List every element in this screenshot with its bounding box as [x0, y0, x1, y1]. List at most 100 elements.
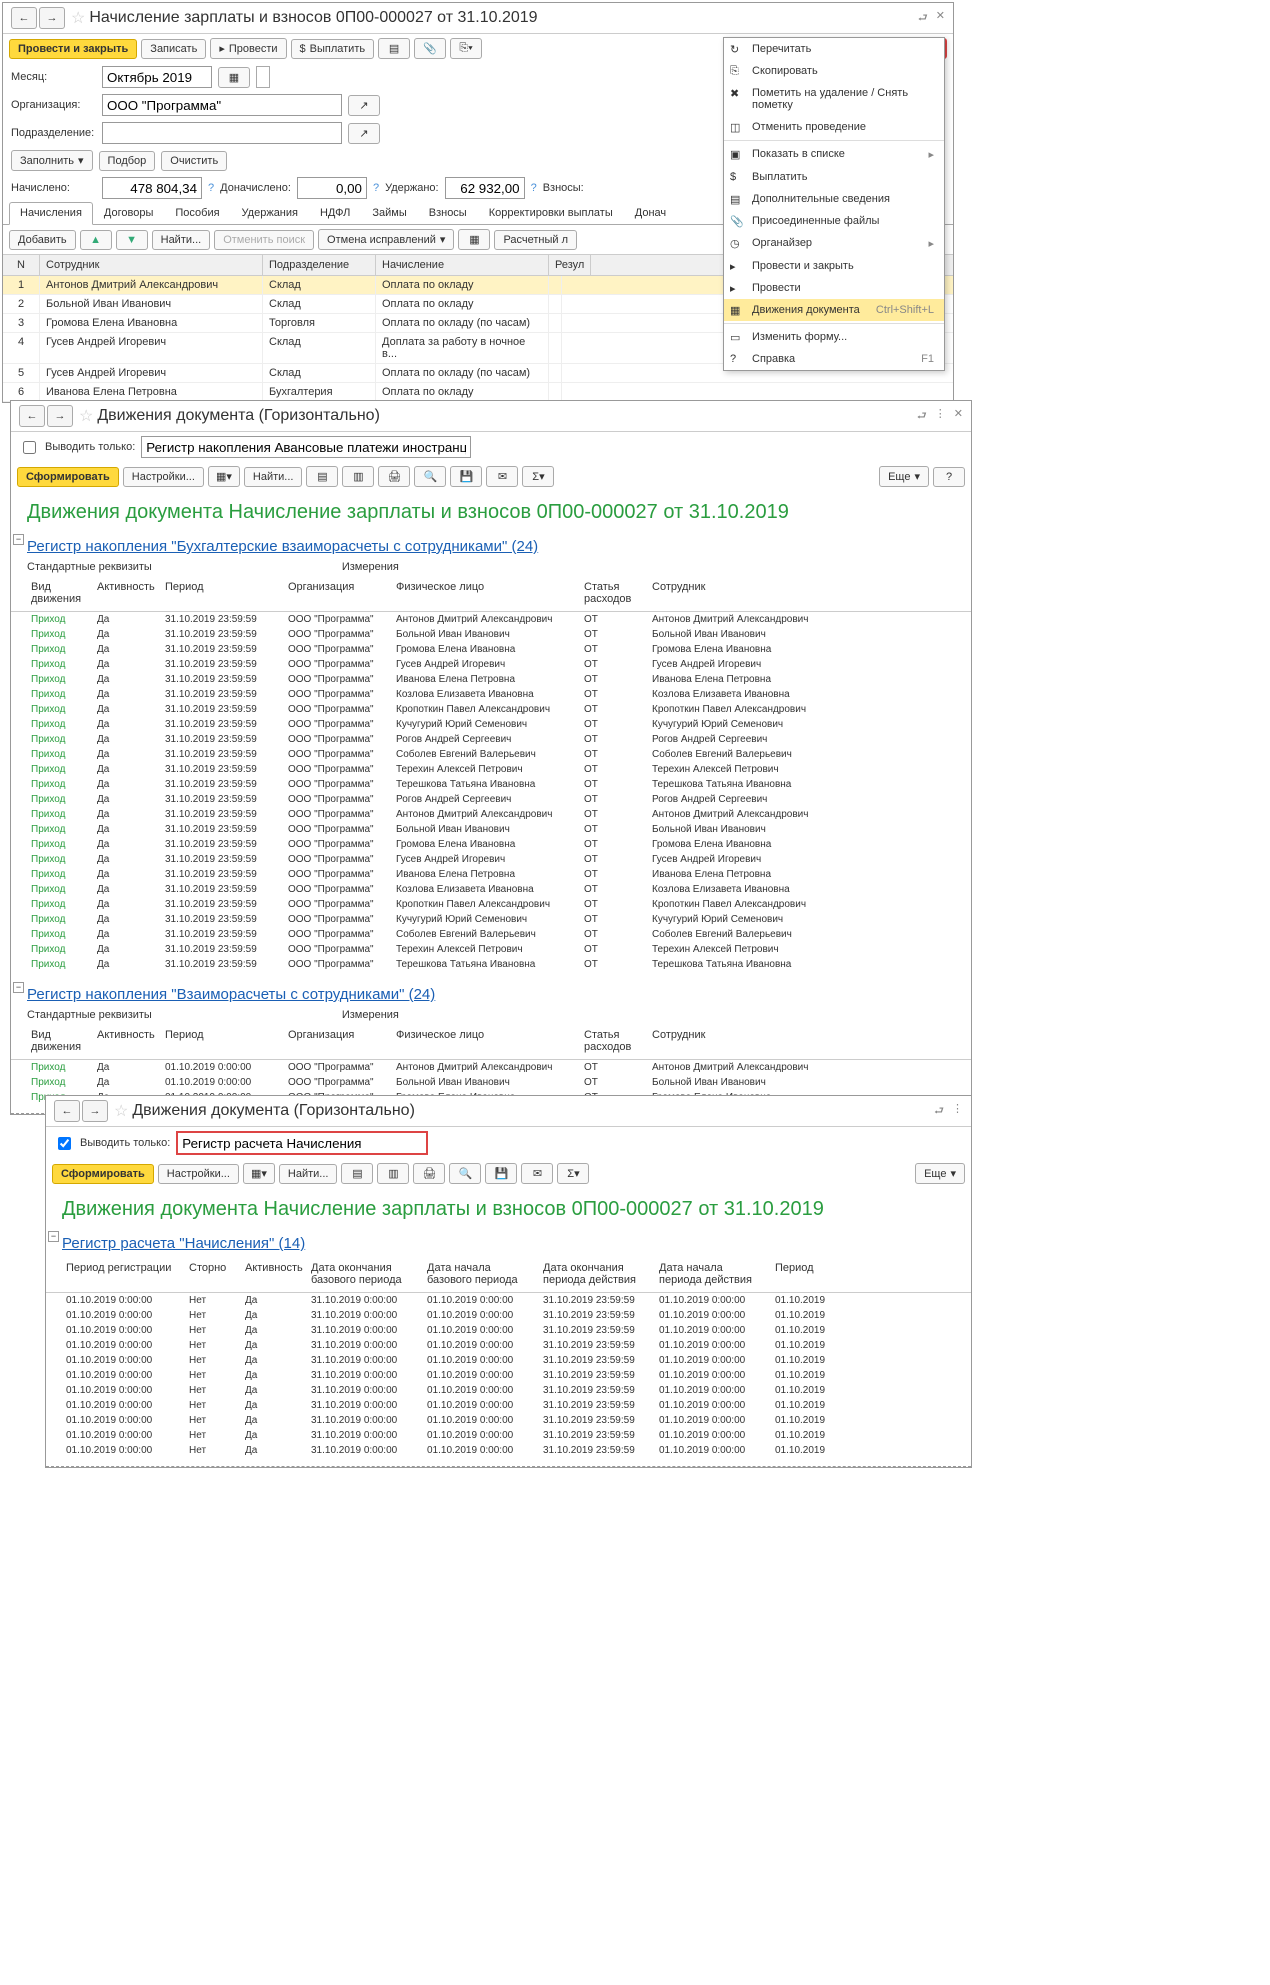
menu-item[interactable]: 📎Присоединенные файлы: [724, 210, 944, 232]
clear-button[interactable]: Очистить: [161, 151, 227, 171]
preview-button[interactable]: 🔍: [414, 466, 446, 487]
report-row[interactable]: ПриходДа31.10.2019 23:59:59ООО "Программ…: [11, 957, 971, 972]
report-row[interactable]: 01.10.2019 0:00:00НетДа31.10.2019 0:00:0…: [46, 1398, 971, 1413]
generate-button[interactable]: Сформировать: [52, 1164, 154, 1184]
write-button[interactable]: Записать: [141, 39, 206, 59]
report-row[interactable]: ПриходДа31.10.2019 23:59:59ООО "Программ…: [11, 867, 971, 882]
tab[interactable]: Пособия: [164, 202, 230, 224]
col-n[interactable]: N: [3, 255, 40, 275]
payslip-button[interactable]: Расчетный л: [494, 230, 577, 250]
report-row[interactable]: 01.10.2019 0:00:00НетДа31.10.2019 0:00:0…: [46, 1323, 971, 1338]
back-button[interactable]: ←: [19, 405, 45, 427]
report-row[interactable]: ПриходДа31.10.2019 23:59:59ООО "Программ…: [11, 762, 971, 777]
report-button[interactable]: ▤: [378, 38, 410, 59]
cancel-fix-button[interactable]: Отмена исправлений ▾: [318, 229, 454, 250]
report-row[interactable]: ПриходДа31.10.2019 23:59:59ООО "Программ…: [11, 702, 971, 717]
expand-button[interactable]: ▤: [306, 466, 338, 487]
report-row[interactable]: ПриходДа31.10.2019 23:59:59ООО "Программ…: [11, 672, 971, 687]
report-row[interactable]: ПриходДа31.10.2019 23:59:59ООО "Программ…: [11, 882, 971, 897]
report-row[interactable]: ПриходДа31.10.2019 23:59:59ООО "Программ…: [11, 687, 971, 702]
tab[interactable]: Донач: [624, 202, 677, 224]
help-icon[interactable]: ?: [373, 182, 379, 194]
menu-item[interactable]: ↻Перечитать: [724, 38, 944, 60]
menu-icon[interactable]: ⋮: [952, 1102, 963, 1121]
mail-button[interactable]: ✉: [486, 466, 518, 487]
help-button[interactable]: ?: [933, 467, 965, 487]
find-button[interactable]: Найти...: [244, 467, 303, 487]
register-link[interactable]: Регистр расчета "Начисления" (14): [46, 1231, 971, 1256]
print-button[interactable]: 🖨: [413, 1163, 445, 1184]
add-row-button[interactable]: Добавить: [9, 230, 76, 250]
sum-button[interactable]: Σ▾: [557, 1163, 589, 1184]
report-row[interactable]: ПриходДа01.10.2019 0:00:00ООО "Программа…: [11, 1060, 971, 1075]
tab[interactable]: НДФЛ: [309, 202, 361, 224]
tab[interactable]: Корректировки выплаты: [478, 202, 624, 224]
print-button[interactable]: 🖨: [378, 466, 410, 487]
report-row[interactable]: 01.10.2019 0:00:00НетДа31.10.2019 0:00:0…: [46, 1413, 971, 1428]
attach-button[interactable]: 📎: [414, 38, 446, 59]
menu-item[interactable]: ◷Органайзер▸: [724, 232, 944, 255]
link-icon[interactable]: ⮐: [934, 1102, 944, 1121]
close-icon[interactable]: ✕: [936, 9, 945, 28]
report-row[interactable]: ПриходДа31.10.2019 23:59:59ООО "Программ…: [11, 912, 971, 927]
register-link-1[interactable]: Регистр накопления "Бухгалтерские взаимо…: [11, 534, 971, 559]
report-row[interactable]: 01.10.2019 0:00:00НетДа31.10.2019 0:00:0…: [46, 1383, 971, 1398]
report-row[interactable]: 01.10.2019 0:00:00НетДа31.10.2019 0:00:0…: [46, 1368, 971, 1383]
report-row[interactable]: ПриходДа31.10.2019 23:59:59ООО "Программ…: [11, 852, 971, 867]
sum-button[interactable]: Σ▾: [522, 466, 554, 487]
link-icon[interactable]: ⮐: [918, 9, 928, 28]
copy-button[interactable]: ⎘▾: [450, 38, 482, 59]
pay-button[interactable]: $Выплатить: [291, 39, 375, 59]
add-accrued-value[interactable]: [297, 177, 367, 199]
org-open-icon[interactable]: ↗: [348, 95, 380, 116]
variants-button[interactable]: ▦▾: [208, 466, 240, 487]
cancel-find-button[interactable]: Отменить поиск: [214, 230, 314, 250]
filter-checkbox[interactable]: [23, 441, 36, 454]
forward-button[interactable]: →: [47, 405, 73, 427]
menu-item[interactable]: ▤Дополнительные сведения: [724, 188, 944, 210]
find-button[interactable]: Найти...: [279, 1164, 338, 1184]
menu-item[interactable]: ▭Изменить форму...: [724, 326, 944, 348]
filter-input[interactable]: [176, 1131, 428, 1155]
help-icon[interactable]: ?: [531, 182, 537, 194]
menu-item[interactable]: ◫Отменить проведение: [724, 116, 944, 138]
report-row[interactable]: ПриходДа31.10.2019 23:59:59ООО "Программ…: [11, 732, 971, 747]
tab[interactable]: Договоры: [93, 202, 164, 224]
report-row[interactable]: ПриходДа31.10.2019 23:59:59ООО "Программ…: [11, 627, 971, 642]
dept-open-icon[interactable]: ↗: [348, 123, 380, 144]
tree-toggle[interactable]: −: [13, 982, 24, 993]
report-row[interactable]: ПриходДа31.10.2019 23:59:59ООО "Программ…: [11, 897, 971, 912]
menu-icon[interactable]: ⋮: [935, 407, 946, 426]
deducted-value[interactable]: [445, 177, 525, 199]
report-row[interactable]: 01.10.2019 0:00:00НетДа31.10.2019 0:00:0…: [46, 1293, 971, 1308]
move-down-button[interactable]: ▼: [116, 230, 148, 250]
collapse-button[interactable]: ▥: [377, 1163, 409, 1184]
fill-button[interactable]: Заполнить ▾: [11, 150, 93, 171]
expand-button[interactable]: ▤: [341, 1163, 373, 1184]
tab[interactable]: Удержания: [231, 202, 309, 224]
col-accrual[interactable]: Начисление: [376, 255, 549, 275]
more-button[interactable]: Еще ▾: [879, 466, 929, 487]
report-row[interactable]: ПриходДа31.10.2019 23:59:59ООО "Программ…: [11, 747, 971, 762]
grid-button[interactable]: ▦: [458, 229, 490, 250]
menu-item[interactable]: ✖Пометить на удаление / Снять пометку: [724, 82, 944, 116]
accrued-value[interactable]: [102, 177, 202, 199]
favorite-icon[interactable]: ☆: [114, 1101, 128, 1121]
col-dept[interactable]: Подразделение: [263, 255, 376, 275]
menu-item[interactable]: ?СправкаF1: [724, 348, 944, 370]
menu-item[interactable]: ▣Показать в списке▸: [724, 143, 944, 166]
move-up-button[interactable]: ▲: [80, 230, 112, 250]
filter-checkbox[interactable]: [58, 1137, 71, 1150]
tab[interactable]: Начисления: [9, 202, 93, 225]
favorite-icon[interactable]: ☆: [79, 406, 93, 426]
report-row[interactable]: ПриходДа31.10.2019 23:59:59ООО "Программ…: [11, 927, 971, 942]
tree-toggle[interactable]: −: [13, 534, 24, 545]
variants-button[interactable]: ▦▾: [243, 1163, 275, 1184]
pick-button[interactable]: Подбор: [99, 151, 156, 171]
settings-button[interactable]: Настройки...: [123, 467, 204, 487]
report-row[interactable]: 01.10.2019 0:00:00НетДа31.10.2019 0:00:0…: [46, 1443, 971, 1458]
favorite-icon[interactable]: ☆: [71, 8, 85, 28]
report-row[interactable]: ПриходДа31.10.2019 23:59:59ООО "Программ…: [11, 807, 971, 822]
menu-item[interactable]: ▸Провести: [724, 277, 944, 299]
settings-button[interactable]: Настройки...: [158, 1164, 239, 1184]
